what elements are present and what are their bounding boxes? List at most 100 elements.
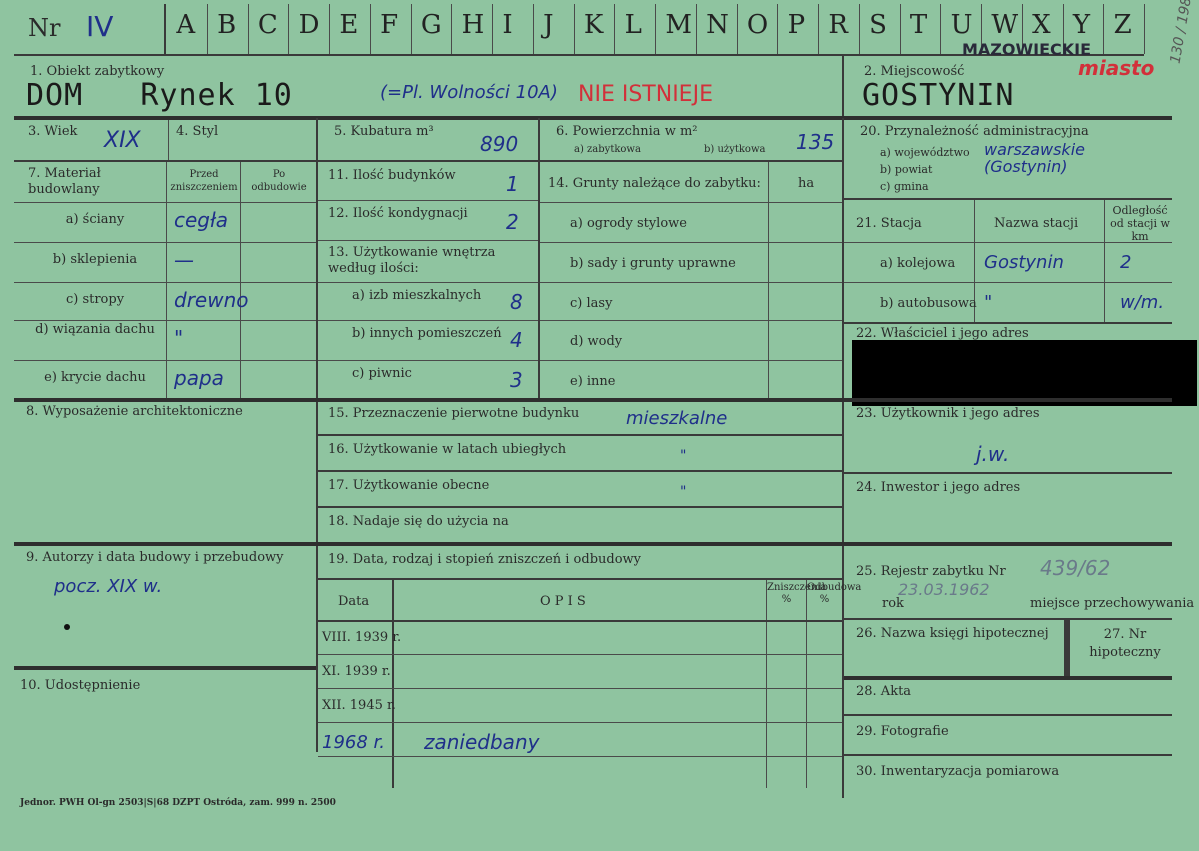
inwestor-label: 24. Inwestor i jego adres	[856, 480, 1021, 495]
rejestr-rok-label: rok	[882, 596, 904, 611]
przynaleznosc-row-label: b) powiat	[880, 163, 933, 176]
header-letter-Y: Y	[1072, 10, 1091, 40]
header-letter-C: C	[257, 10, 278, 40]
zniszczenia-label: 19. Data, rodzaj i stopień zniszczeń i o…	[328, 552, 642, 567]
footer-imprint: Jednor. PWH Ol-gn 2503|S|68 DZPT Ostróda…	[20, 798, 336, 808]
stacja-col-dist: Odległość od stacji w km	[1110, 204, 1170, 243]
header-letter-A: A	[176, 10, 196, 40]
redaction-block	[852, 340, 1197, 406]
powierzchnia-b: b) użytkowa	[704, 144, 766, 155]
stacja-row-label: b) autobusowa	[880, 296, 977, 311]
uzytk-ubiegle-value: "	[680, 448, 687, 464]
inwentaryzacja-label: 30. Inwentaryzacja pomiarowa	[856, 764, 1060, 779]
corner-number: 130 / 1981	[1167, 0, 1197, 65]
wnetrze-row-value: 4	[510, 328, 523, 352]
przynaleznosc-label: 20. Przynależność administracyjna	[860, 124, 1089, 139]
material-row-value: cegła	[174, 208, 228, 232]
uzytk-obecne-value: "	[680, 484, 687, 500]
fotografie-label: 29. Fotografie	[856, 724, 949, 739]
stacja-col-name: Nazwa stacji	[994, 216, 1079, 231]
header-letter-F: F	[380, 10, 399, 40]
powierzchnia-a: a) zabytkowa	[574, 144, 641, 155]
header-letter-Z: Z	[1113, 10, 1132, 40]
obiekt-value: DOM Rynek 10	[26, 78, 293, 113]
zn-col-data: Data	[338, 594, 370, 609]
grunty-row-label: a) ogrody stylowe	[570, 216, 687, 231]
material-row-label: b) sklepienia	[52, 252, 138, 267]
header-letter-L: L	[624, 10, 642, 40]
material-label: 7. Materiał budowlany	[28, 166, 101, 197]
wnetrze-row-value: 3	[510, 368, 523, 392]
wnetrze-row-label: c) piwnic	[352, 366, 412, 381]
przynaleznosc-row-label: c) gmina	[880, 180, 929, 193]
ink-dot	[64, 624, 70, 630]
uzytkownik-label: 23. Użytkownik i jego adres	[856, 406, 1040, 421]
uzytk-ubiegle-label: 16. Użytkowanie w latach ubiegłych	[328, 442, 567, 457]
stacja-row-dist: 2	[1120, 252, 1132, 273]
zn-row-date: 1968 r.	[322, 732, 385, 753]
grunty-unit: ha	[798, 176, 815, 191]
udostepnienie-label: 10. Udostępnienie	[20, 678, 141, 693]
wnetrze-row-value: 8	[510, 290, 523, 314]
miejscowosc-label: 2. Miejscowość	[864, 64, 965, 79]
stacja-row-label: a) kolejowa	[880, 256, 956, 271]
material-col-after: Po odbudowie	[251, 169, 307, 193]
header-letter-J: J	[543, 10, 554, 40]
akta-label: 28. Akta	[856, 684, 912, 699]
grunty-row-label: e) inne	[570, 374, 616, 389]
styl-label: 4. Styl	[176, 124, 219, 139]
nadaje-label: 18. Nadaje się do użycia na	[328, 514, 509, 529]
kondygnacje-value: 2	[506, 210, 519, 234]
header-letter-G: G	[420, 10, 442, 40]
material-row-label: d) wiązania dachu	[35, 322, 155, 337]
miejscowosc-value: GOSTYNIN	[862, 78, 1015, 113]
stacja-label: 21. Stacja	[856, 216, 922, 231]
wnetrze-row-label: a) izb mieszkalnych	[352, 288, 482, 303]
stacja-row-name: Gostynin	[984, 252, 1064, 273]
rejestr-nr: 439/62	[1040, 556, 1111, 580]
header-nr-label: Nr	[28, 14, 61, 42]
nr-hipo-label: 27. Nr hipoteczny	[1089, 627, 1161, 660]
header-letter-T: T	[909, 10, 928, 40]
autorzy-value: pocz. XIX w.	[54, 576, 163, 597]
rejestr-miejsce-label: miejsce przechowywania	[1030, 596, 1195, 611]
header-letter-K: K	[583, 10, 604, 40]
wyposazenie-label: 8. Wyposażenie architektoniczne	[26, 404, 243, 419]
header-letter-W: W	[991, 10, 1019, 40]
kondygnacje-label: 12. Ilość kondygnacji	[328, 206, 468, 221]
material-row-value: "	[174, 326, 184, 350]
header-letter-E: E	[339, 10, 359, 40]
uzytkowanie-wnetrza-label: 13. Użytkowanie wnętrza według ilości:	[328, 245, 496, 276]
obiekt-label: 1. Obiekt zabytkowy	[30, 64, 165, 79]
powierzchnia-value: 135	[796, 130, 835, 154]
record-card: Nr IV ABCDEFGHIJKLMNOPRSTUWXYZ MAZOWIECK…	[0, 0, 1199, 851]
przeznaczenie-value: mieszkalne	[626, 408, 728, 429]
city-note: miasto	[1078, 56, 1155, 80]
header-letter-X: X	[1032, 10, 1051, 40]
header-letter-D: D	[298, 10, 320, 40]
wlasciciel-label: 22. Właściciel i jego adres	[856, 326, 1029, 341]
header-letter-H: H	[461, 10, 485, 40]
material-row-value: drewno	[174, 288, 249, 312]
header-nr-value: IV	[86, 10, 114, 43]
ksiega-label: 26. Nazwa księgi hipotecznej	[856, 626, 1049, 641]
zn-row-date: XII. 1945 r.	[322, 698, 396, 713]
material-row-value: papa	[174, 366, 224, 390]
uzytk-obecne-label: 17. Użytkowanie obecne	[328, 478, 490, 493]
header-letter-U: U	[950, 10, 973, 40]
header-letter-R: R	[828, 10, 848, 40]
header-letter-I: I	[502, 10, 513, 40]
budynki-value: 1	[506, 172, 519, 196]
kubatura-label: 5. Kubatura m³	[334, 124, 434, 139]
wiek-label: 3. Wiek	[28, 124, 78, 139]
przeznaczenie-label: 15. Przeznaczenie pierwotne budynku	[328, 406, 580, 421]
przynaleznosc-row-value: (Gostynin)	[984, 157, 1068, 176]
voivodeship-stamp: MAZOWIECKIE	[962, 40, 1092, 59]
zn-row-opis: zaniedbany	[424, 730, 540, 754]
grunty-row-label: c) lasy	[570, 296, 613, 311]
obiekt-note: (=Pl. Wolności 10A)	[380, 82, 558, 103]
wiek-value: XIX	[104, 128, 141, 153]
stacja-row-name: "	[984, 292, 993, 313]
zn-row-date: XI. 1939 r.	[322, 664, 391, 679]
material-row-label: a) ściany	[65, 212, 125, 227]
